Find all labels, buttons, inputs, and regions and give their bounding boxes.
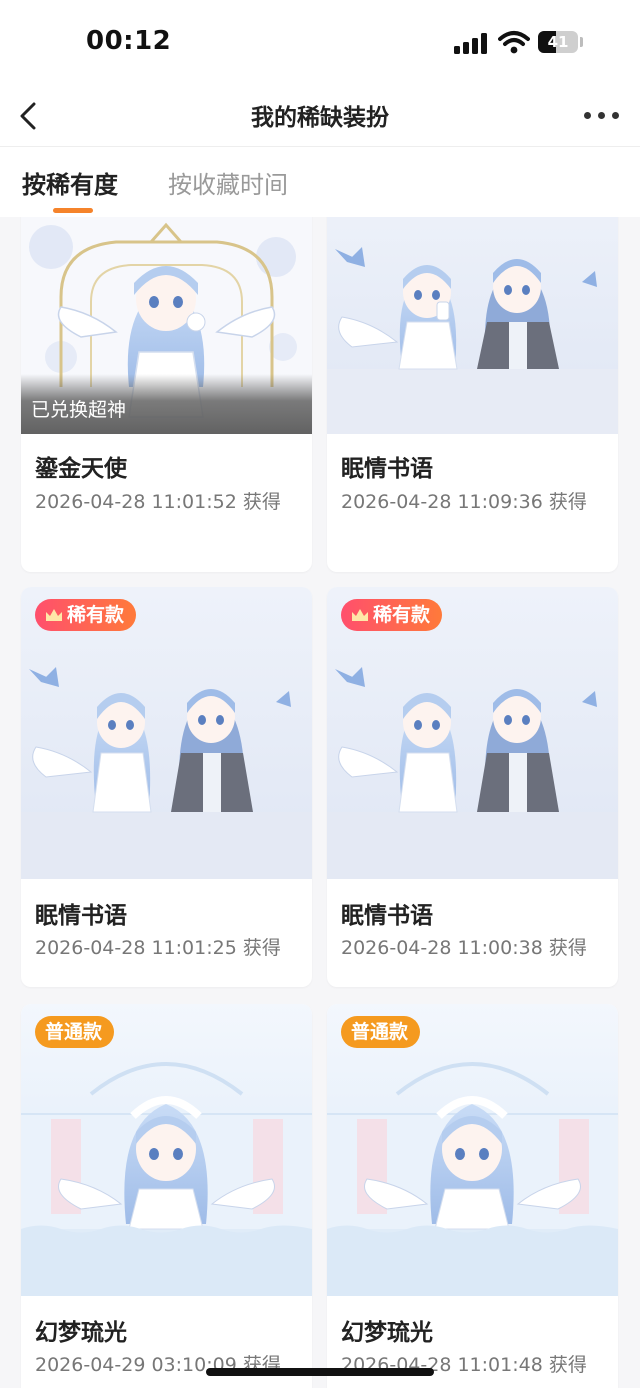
battery-icon: 41 — [538, 31, 578, 53]
outfit-title: 眠情书语 — [341, 903, 433, 929]
home-indicator[interactable] — [206, 1368, 434, 1376]
outfit-title: 幻梦琉光 — [341, 1320, 433, 1346]
outfit-card[interactable]: 普通款 幻梦琉光 2026-04-29 03:10:09 获得 — [21, 1004, 312, 1388]
rarity-badge: 稀有款 — [35, 599, 137, 631]
obtained-time: 2026-04-28 11:00:38 获得 — [341, 937, 587, 959]
outfit-title: 眠情书语 — [341, 456, 433, 482]
tab-active-indicator — [53, 208, 93, 213]
crown-icon — [352, 609, 368, 621]
status-time: 00:12 — [86, 26, 172, 56]
outfit-title: 幻梦琉光 — [35, 1320, 127, 1346]
outfit-title: 眠情书语 — [35, 903, 127, 929]
battery-cap — [580, 37, 583, 47]
rarity-badge: 普通款 — [35, 1016, 115, 1048]
nav-bar: 我的稀缺装扮 — [0, 88, 640, 147]
rarity-badge: 稀有款 — [341, 599, 443, 631]
obtained-time: 2026-04-28 11:01:25 获得 — [35, 937, 281, 959]
sort-tabs: 按稀有度 按收藏时间 — [0, 147, 640, 217]
badge-label: 稀有款 — [373, 604, 431, 626]
signal-icon — [454, 32, 488, 54]
outfit-card[interactable]: 已兑换超神 鎏金天使 2026-04-28 11:01:52 获得 — [21, 217, 312, 572]
crown-icon — [46, 609, 62, 621]
tab-by-collect-time[interactable]: 按收藏时间 — [168, 165, 288, 200]
tab-by-rarity[interactable]: 按稀有度 — [22, 165, 118, 200]
more-button[interactable] — [582, 98, 622, 134]
outfit-card[interactable]: 眠情书语 2026-04-28 11:09:36 获得 — [327, 217, 618, 572]
obtained-time: 2026-04-28 11:01:52 获得 — [35, 491, 281, 513]
outfit-grid: 已兑换超神 鎏金天使 2026-04-28 11:01:52 获得 眠情书语 2… — [0, 217, 640, 1388]
status-bar: 00:12 41 — [0, 0, 640, 88]
outfit-title: 鎏金天使 — [35, 456, 127, 482]
outfit-card[interactable]: 稀有款 眠情书语 2026-04-28 11:01:25 获得 — [21, 587, 312, 987]
obtained-time: 2026-04-28 11:09:36 获得 — [341, 491, 587, 513]
rarity-badge: 普通款 — [341, 1016, 421, 1048]
battery-level: 41 — [547, 33, 569, 51]
wifi-icon — [498, 31, 530, 54]
page-title: 我的稀缺装扮 — [251, 105, 389, 131]
badge-label: 稀有款 — [67, 604, 125, 626]
outfit-card[interactable]: 稀有款 眠情书语 2026-04-28 11:00:38 获得 — [327, 587, 618, 987]
outfit-card[interactable]: 普通款 幻梦琉光 2026-04-28 11:01:48 获得 — [327, 1004, 618, 1388]
outfit-image-sleepy-love-letter — [327, 217, 618, 434]
exchange-status: 已兑换超神 — [31, 399, 127, 421]
